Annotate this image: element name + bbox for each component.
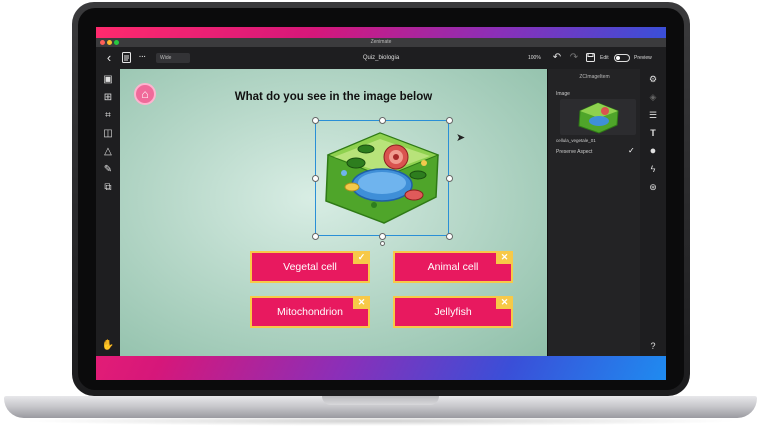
help-icon[interactable]: ? bbox=[646, 339, 660, 353]
toolbar: ‹ ··· Wide Quiz_biologia 100% ↶ ↷ Edit P… bbox=[96, 47, 666, 70]
edit-label: Edit bbox=[600, 55, 609, 61]
panel-title: ZCImageItem bbox=[579, 74, 610, 80]
resize-handle-bottom-left[interactable] bbox=[312, 233, 319, 240]
settings-icon[interactable]: ⚙ bbox=[646, 72, 660, 86]
preserve-aspect-checkbox[interactable]: ✓ bbox=[628, 146, 635, 155]
answer-button-jellyfish[interactable]: Jellyfish ✕ bbox=[393, 296, 513, 328]
resize-handle-bottom-right[interactable] bbox=[446, 233, 453, 240]
project-name: Quiz_biologia bbox=[362, 55, 400, 61]
gamepad-icon[interactable]: ⊛ bbox=[646, 180, 660, 194]
right-toolbar: ⚙ ◈ ☰ T ● ϟ ⊛ ? bbox=[640, 69, 666, 356]
window-title: Zenimate bbox=[370, 39, 392, 45]
save-icon[interactable] bbox=[584, 47, 596, 69]
cross-icon: ✕ bbox=[353, 296, 370, 309]
redo-icon[interactable]: ↷ bbox=[568, 47, 580, 69]
answer-label: Animal cell bbox=[427, 261, 479, 273]
group-icon[interactable]: ⧉ bbox=[101, 181, 115, 195]
cross-icon: ✕ bbox=[496, 251, 513, 264]
zoom-level[interactable]: 100% bbox=[528, 47, 541, 69]
undo-icon[interactable]: ↶ bbox=[551, 47, 563, 69]
resize-handle-left[interactable] bbox=[312, 175, 319, 182]
image-icon[interactable]: ▣ bbox=[101, 73, 115, 87]
title-bar: Zenimate bbox=[96, 38, 666, 47]
frame-icon[interactable]: ⊞ bbox=[101, 91, 115, 105]
shapes-icon[interactable]: △ bbox=[101, 145, 115, 159]
image-thumbnail[interactable] bbox=[560, 99, 636, 135]
question-title: What do you see in the image below bbox=[234, 91, 433, 103]
mouse-cursor-icon: ➤ bbox=[456, 132, 466, 144]
answer-label: Jellyfish bbox=[434, 306, 472, 318]
left-toolbar: ▣ ⊞ ⌗ ◫ △ ✎ ⧉ ✋ bbox=[96, 69, 120, 356]
cross-icon: ✕ bbox=[496, 296, 513, 309]
selection-box bbox=[315, 120, 449, 236]
properties-panel: ZCImageItem Image cellula_vegetale_01 Pr… bbox=[547, 69, 641, 356]
preserve-aspect-label: Preserve Aspect bbox=[556, 149, 593, 155]
resize-handle-bottom[interactable] bbox=[379, 233, 386, 240]
color-icon[interactable]: ● bbox=[646, 144, 660, 158]
lightning-icon[interactable]: ϟ bbox=[646, 162, 660, 176]
resize-handle-top-left[interactable] bbox=[312, 117, 319, 124]
answer-label: Mitochondrion bbox=[277, 306, 343, 318]
slide-canvas[interactable]: ⌂ What do you see in the image below ➤ V… bbox=[120, 69, 547, 356]
image-label: Image bbox=[556, 91, 570, 97]
crop-icon[interactable]: ⌗ bbox=[101, 109, 115, 123]
answer-button-vegetal-cell[interactable]: Vegetal cell ✓ bbox=[250, 251, 370, 283]
sliders-icon[interactable]: ☰ bbox=[646, 108, 660, 122]
preview-toggle[interactable] bbox=[614, 54, 630, 62]
preview-label: Preview bbox=[634, 55, 652, 61]
rotate-handle[interactable] bbox=[380, 241, 385, 246]
resize-handle-top[interactable] bbox=[379, 117, 386, 124]
paint-icon[interactable]: ✎ bbox=[101, 163, 115, 177]
app-window: Zenimate ‹ ··· Wide Quiz_biologia 100% ↶… bbox=[96, 38, 666, 356]
resize-handle-top-right[interactable] bbox=[446, 117, 453, 124]
laptop-notch bbox=[322, 396, 439, 405]
media-icon[interactable]: ◫ bbox=[101, 127, 115, 141]
answer-button-animal-cell[interactable]: Animal cell ✕ bbox=[393, 251, 513, 283]
answer-label: Vegetal cell bbox=[283, 261, 337, 273]
answer-button-mitochondrion[interactable]: Mitochondrion ✕ bbox=[250, 296, 370, 328]
layers-icon[interactable]: ◈ bbox=[646, 90, 660, 104]
text-icon[interactable]: T bbox=[646, 126, 660, 140]
image-file-name: cellula_vegetale_01 bbox=[556, 138, 596, 143]
resize-handle-right[interactable] bbox=[446, 175, 453, 182]
hand-icon[interactable]: ✋ bbox=[101, 339, 115, 353]
check-icon: ✓ bbox=[353, 251, 370, 264]
